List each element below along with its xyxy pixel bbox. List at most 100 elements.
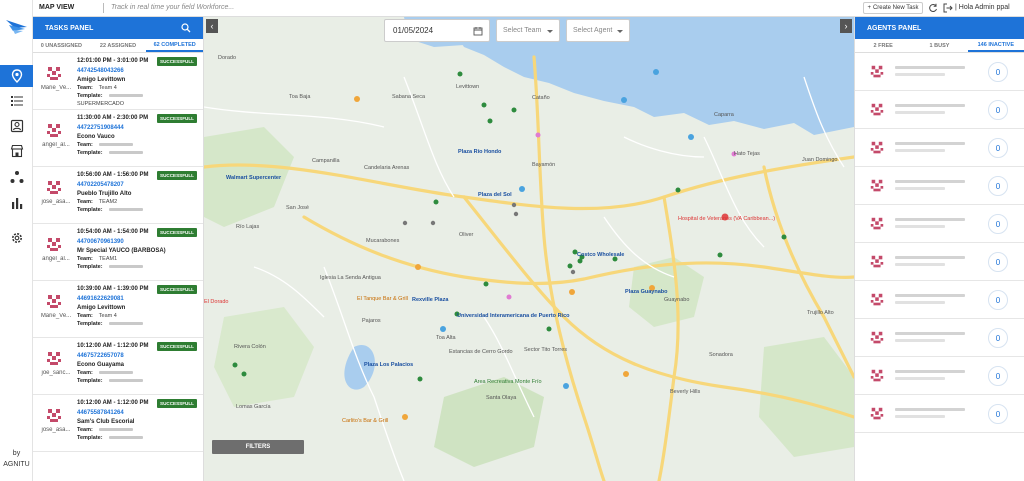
reports-nav[interactable]: [0, 192, 33, 214]
map-label: Toa Alta: [436, 335, 456, 341]
agent-item[interactable]: 0: [855, 129, 1024, 167]
agent-task-count: 0: [988, 138, 1008, 158]
tab-completed[interactable]: 62 COMPLETED: [146, 39, 203, 52]
map-label: Walmart Supercenter: [226, 175, 282, 181]
search-icon[interactable]: [181, 23, 191, 33]
avatar: [45, 179, 63, 197]
task-item[interactable]: Marie_Ve... 12:01:00 PM - 3:01:00 PM SUCCE…: [33, 53, 203, 110]
agent-name: Marie_Ve...: [40, 313, 72, 319]
collapse-agents-button[interactable]: ›: [840, 19, 852, 33]
agent-task-count: 0: [988, 328, 1008, 348]
map-label: Universidad Interamericana de Puerto Ric…: [457, 313, 570, 319]
users-nav[interactable]: [0, 115, 33, 137]
task-item[interactable]: angel_al... 11:30:00 AM - 2:30:00 PM SUCCE…: [33, 110, 203, 167]
task-reference-link[interactable]: 44700670961390: [77, 239, 124, 245]
map-view-nav[interactable]: [0, 65, 33, 87]
plus-icon: +: [867, 5, 871, 11]
redacted-agent-detail: [895, 263, 945, 266]
task-team-row: Team: Team 4: [77, 313, 117, 319]
agent-list: 0 0 0 0 0 0 0 0 0 0: [855, 53, 1024, 433]
task-item[interactable]: jose_asa... 10:12:00 AM - 1:12:00 PM SUCCE…: [33, 395, 203, 452]
logout-icon[interactable]: [943, 3, 953, 13]
task-reference-link[interactable]: 44675722657078: [77, 353, 124, 359]
map-pin-icon: [11, 69, 22, 83]
network-nav[interactable]: [0, 166, 33, 188]
filters-button[interactable]: FILTERS: [212, 440, 304, 454]
task-time: 10:12:00 AM - 1:12:00 PM: [77, 400, 149, 406]
status-badge: SUCCESSFULL: [157, 114, 197, 123]
agent-task-count: 0: [988, 176, 1008, 196]
collapse-tasks-button[interactable]: ‹: [206, 19, 218, 33]
avatar: [869, 178, 885, 194]
map-label: Iglesia La Senda Antigua: [320, 275, 381, 281]
task-site: Econo Guayama: [77, 362, 125, 368]
agent-item[interactable]: 0: [855, 91, 1024, 129]
avatar: [45, 65, 63, 83]
task-item[interactable]: jose_asa... 10:56:00 AM - 1:56:00 PM SUCCE…: [33, 167, 203, 224]
agent-name: joe_sanc...: [41, 370, 71, 376]
agent-item[interactable]: 0: [855, 319, 1024, 357]
agent-item[interactable]: 0: [855, 243, 1024, 281]
task-site: Amigo Levittown: [77, 77, 126, 83]
redacted-value: [108, 265, 143, 269]
agent-item[interactable]: 0: [855, 167, 1024, 205]
agent-item[interactable]: 0: [855, 281, 1024, 319]
redacted-value: [108, 322, 143, 326]
tasks-tabs: 0 UNASSIGNED 22 ASSIGNED 62 COMPLETED: [33, 39, 203, 53]
task-item[interactable]: Marie_Ve... 10:39:00 AM - 1:39:00 PM SUCCE…: [33, 281, 203, 338]
team-select[interactable]: Select Team: [496, 19, 560, 42]
task-team: Team 4: [98, 85, 117, 91]
task-site: Sam's Club Escorial: [77, 419, 135, 425]
task-reference-link[interactable]: 44691622629081: [77, 296, 124, 302]
redacted-agent-name: [895, 256, 965, 259]
tasks-panel-header: TASKS PANEL: [33, 17, 203, 39]
map-label: Pajaros: [362, 318, 381, 324]
top-bar: MAP VIEW Track in real time your field W…: [33, 0, 1024, 17]
redacted-agent-detail: [895, 301, 945, 304]
date-picker[interactable]: 01/05/2024: [384, 19, 490, 42]
avatar: [869, 406, 885, 422]
task-team: Team 4: [98, 313, 117, 319]
redacted-agent-detail: [895, 73, 945, 76]
task-site: Amigo Levittown: [77, 305, 126, 311]
tab-unassigned[interactable]: 0 UNASSIGNED: [33, 39, 90, 52]
map-label: Trujillo Alto: [807, 310, 834, 316]
tab-inactive[interactable]: 146 INACTIVE: [967, 39, 1024, 52]
task-item[interactable]: angel_al... 10:54:00 AM - 1:54:00 PM SUCCE…: [33, 224, 203, 281]
task-time: 10:54:00 AM - 1:54:00 PM: [77, 229, 149, 235]
redacted-agent-detail: [895, 111, 945, 114]
avatar: [869, 254, 885, 270]
task-reference-link[interactable]: 44742548043266: [77, 68, 124, 74]
avatar: [869, 64, 885, 80]
agent-item[interactable]: 0: [855, 53, 1024, 91]
calendar-icon[interactable]: [473, 26, 483, 36]
agent-item[interactable]: 0: [855, 357, 1024, 395]
refresh-icon[interactable]: [928, 3, 938, 13]
task-list-nav[interactable]: [0, 90, 33, 112]
map-label: Campanilla: [312, 158, 340, 164]
task-time: 10:56:00 AM - 1:56:00 PM: [77, 172, 149, 178]
redacted-value: [98, 371, 133, 375]
map-label: Candelaria Arenas: [364, 165, 410, 171]
task-reference-link[interactable]: 44675587841264: [77, 410, 124, 416]
settings-nav[interactable]: [0, 227, 33, 249]
chevron-right-icon: ›: [844, 21, 848, 31]
task-reference-link[interactable]: 44702205478207: [77, 182, 124, 188]
tab-assigned[interactable]: 22 ASSIGNED: [90, 39, 147, 52]
agent-item[interactable]: 0: [855, 395, 1024, 433]
avatar: [45, 350, 63, 368]
agent-item[interactable]: 0: [855, 205, 1024, 243]
tab-free[interactable]: 2 FREE: [855, 39, 911, 52]
tab-busy[interactable]: 1 BUSY: [911, 39, 967, 52]
agent-select[interactable]: Select Agent: [566, 19, 630, 42]
redacted-value: [98, 428, 133, 432]
task-item[interactable]: joe_sanc... 10:12:00 AM - 1:12:00 PM SUCCE…: [33, 338, 203, 395]
redacted-agent-detail: [895, 225, 945, 228]
stores-nav[interactable]: [0, 140, 33, 162]
task-site: Mr Special YAUCO (BARBOSA): [77, 248, 166, 254]
task-reference-link[interactable]: 44722751908444: [77, 125, 124, 131]
map-canvas[interactable]: Toa Baja Levittown Sabana Seca Cataño Gu…: [204, 17, 854, 481]
page-tagline: Track in real time your field Workforce.…: [111, 4, 235, 11]
redacted-value: [108, 379, 143, 383]
create-task-button[interactable]: + Create New Task: [863, 2, 923, 14]
